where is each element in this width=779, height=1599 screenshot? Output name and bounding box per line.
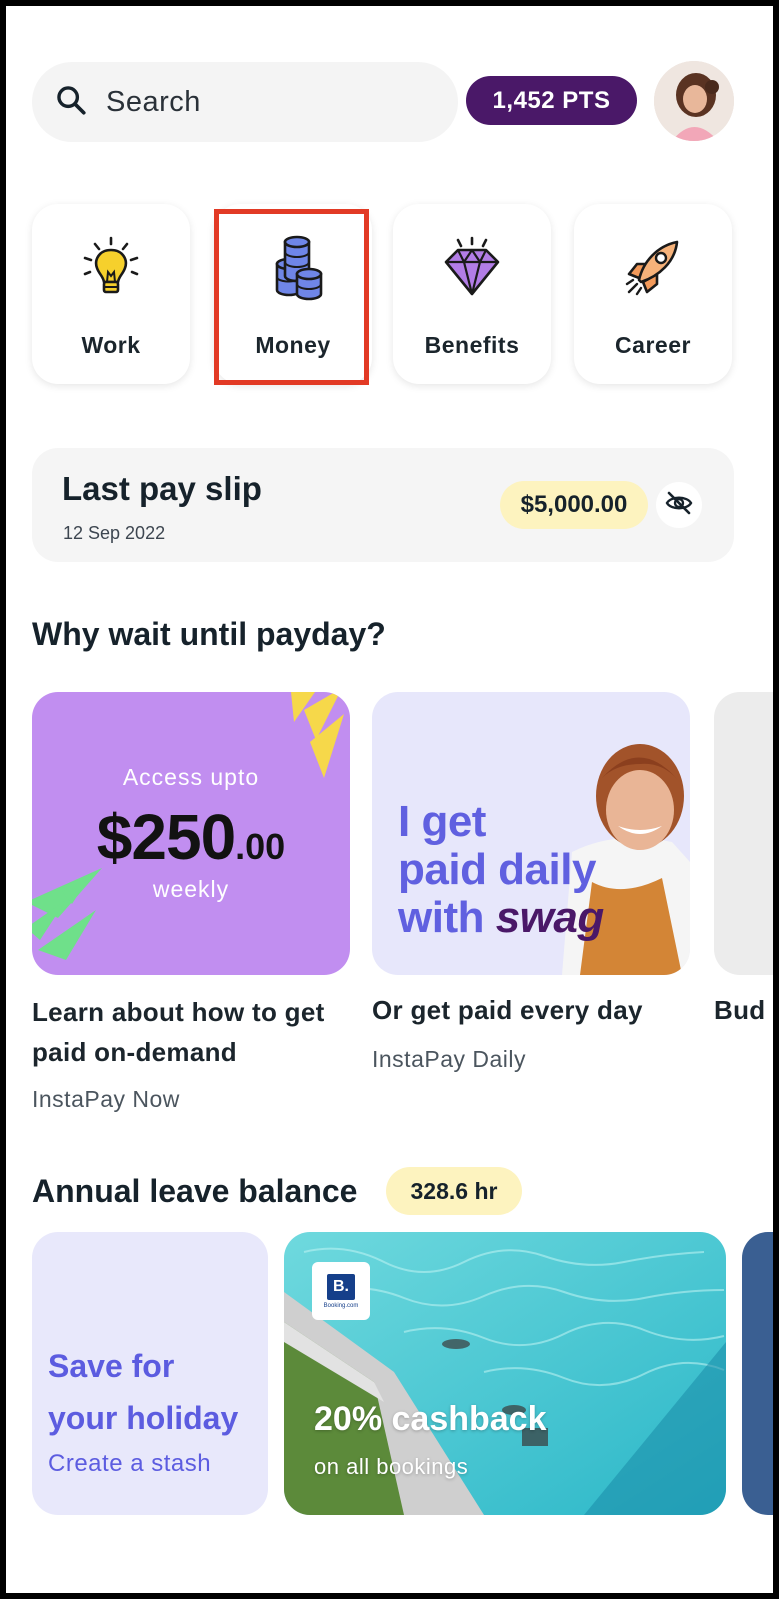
card-title[interactable]: Bud <box>714 990 773 1030</box>
search-bar[interactable]: Search <box>32 62 458 142</box>
pay-slip-amount: $5,000.00 <box>500 481 648 529</box>
last-pay-slip-card[interactable]: Last pay slip 12 Sep 2022 $5,000.00 <box>32 448 734 562</box>
category-career[interactable]: Career <box>574 204 732 384</box>
category-label: Career <box>615 332 691 358</box>
category-label: Benefits <box>424 332 520 358</box>
banner-amount: $250.00 <box>96 801 286 873</box>
points-badge[interactable]: 1,452 PTS <box>466 76 637 125</box>
booking-cashback-card[interactable]: B. Booking.com 20% cashback on all booki… <box>284 1232 726 1515</box>
leave-balance-badge: 328.6 hr <box>386 1167 522 1215</box>
avatar[interactable] <box>654 61 734 141</box>
category-work[interactable]: Work <box>32 204 190 384</box>
card-subtitle: InstaPay Daily <box>372 1046 527 1072</box>
budget-banner[interactable] <box>714 692 773 975</box>
hide-amount-button[interactable] <box>656 482 702 528</box>
booking-logo: B. Booking.com <box>312 1262 370 1320</box>
payday-heading: Why wait until payday? <box>32 616 386 652</box>
category-label: Money <box>255 332 331 358</box>
lightbulb-icon <box>77 234 145 302</box>
instapay-now-banner[interactable]: Access upto $250.00 weekly <box>32 692 350 975</box>
banner-frequency: weekly <box>152 876 230 902</box>
card-title[interactable]: Or get paid every day <box>372 990 702 1030</box>
search-icon <box>54 83 88 122</box>
eye-off-icon <box>664 488 694 523</box>
category-benefits[interactable]: Benefits <box>393 204 551 384</box>
promo-subtitle: on all bookings <box>314 1454 469 1479</box>
search-placeholder: Search <box>106 85 201 118</box>
card-subtitle: InstaPay Now <box>32 1086 180 1112</box>
category-money[interactable]: Money <box>214 204 372 384</box>
banner-access-text: Access upto <box>122 764 260 790</box>
pay-slip-date: 12 Sep 2022 <box>63 523 166 543</box>
annual-leave-heading: Annual leave balance <box>32 1173 358 1209</box>
holiday-title: Save for your holiday <box>48 1348 239 1436</box>
create-stash-link[interactable]: Create a stash <box>48 1450 211 1478</box>
banner-slogan: I get paid daily with swag <box>398 797 604 942</box>
instapay-daily-banner[interactable]: I get paid daily with swag <box>372 692 690 975</box>
diamond-icon <box>438 234 506 302</box>
promo-title: 20% cashback <box>314 1400 547 1438</box>
category-label: Work <box>81 332 141 358</box>
save-for-holiday-card[interactable]: Save for your holiday Create a stash <box>32 1232 268 1515</box>
pay-slip-title: Last pay slip <box>62 470 262 507</box>
card-title[interactable]: Learn about how to get paid on-demand <box>32 992 352 1072</box>
rocket-icon <box>619 234 687 302</box>
coins-icon <box>259 234 327 302</box>
next-promo-card[interactable] <box>742 1232 773 1515</box>
